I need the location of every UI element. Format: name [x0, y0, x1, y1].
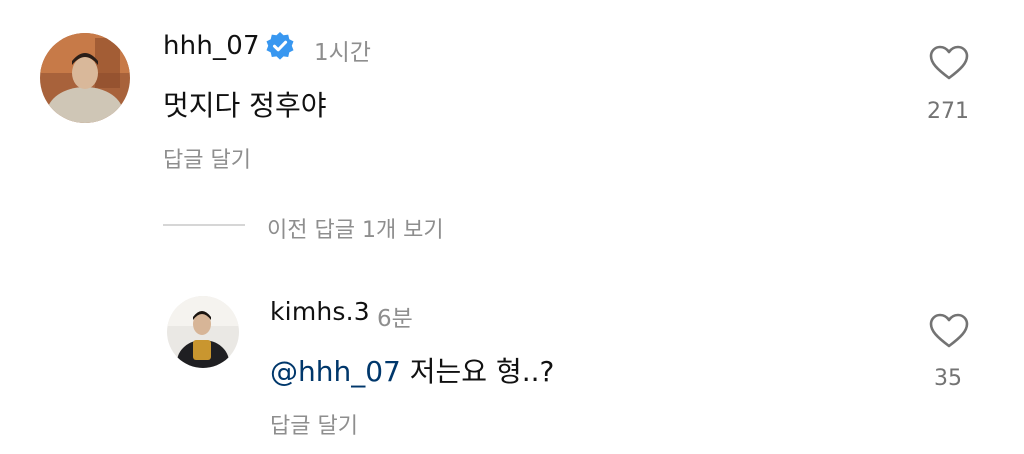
avatar[interactable]: [40, 33, 130, 123]
reply-avatar[interactable]: [167, 296, 239, 368]
verified-badge-icon: [264, 31, 296, 63]
reply-text: @hhh_07 저는요 형..?: [270, 350, 554, 390]
reply-username[interactable]: kimhs.3: [270, 297, 370, 326]
reply-button[interactable]: 답글 달기: [163, 142, 251, 174]
like-count: 271: [927, 99, 969, 124]
comment-time: 1시간: [314, 40, 371, 66]
reply-reply-button[interactable]: 답글 달기: [270, 408, 358, 440]
comment-text: 멋지다 정후야: [163, 89, 327, 122]
heart-icon[interactable]: [929, 45, 969, 85]
view-previous-replies-button[interactable]: 이전 답글 1개 보기: [267, 212, 444, 244]
reply-heart-icon[interactable]: [929, 313, 969, 353]
reply-text-body: 저는요 형..?: [400, 355, 555, 388]
comment-username[interactable]: hhh_07: [163, 31, 260, 61]
mention-link[interactable]: @hhh_07: [270, 355, 401, 388]
replies-divider: [163, 224, 245, 226]
reply-time: 6분: [377, 306, 413, 332]
reply-like-count: 35: [934, 366, 962, 391]
